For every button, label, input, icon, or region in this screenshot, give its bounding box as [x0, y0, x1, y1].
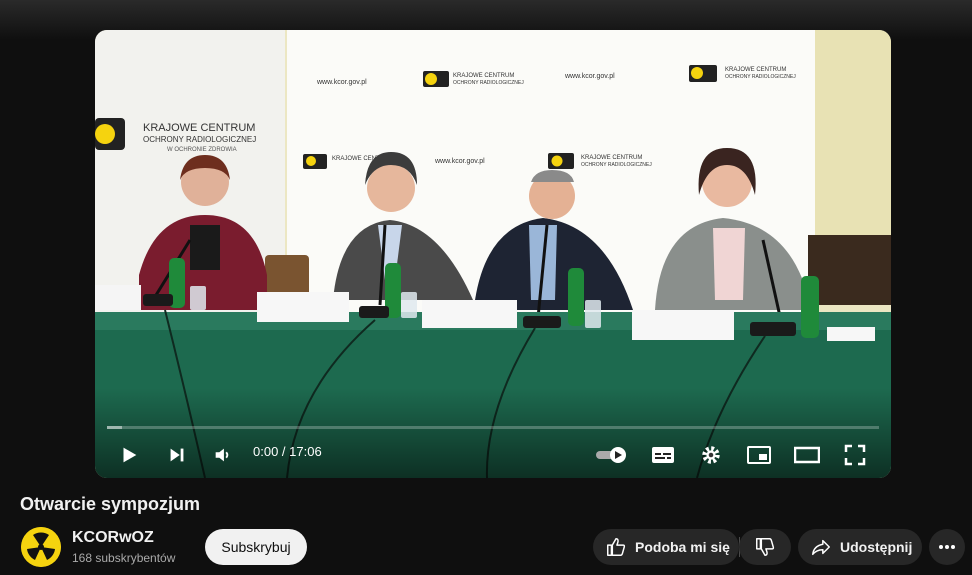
- video-player[interactable]: KRAJOWE CENTRUM OCHRONY RADIOLOGICZNEJ W…: [95, 30, 891, 478]
- more-icon: [939, 545, 955, 549]
- like-button[interactable]: Podoba mi się: [593, 529, 739, 565]
- share-button[interactable]: Udostępnij: [798, 529, 922, 565]
- fullscreen-icon: [844, 444, 866, 466]
- next-icon: [170, 448, 184, 462]
- play-icon: [123, 447, 137, 463]
- fullscreen-button[interactable]: [835, 438, 875, 472]
- like-icon: [607, 538, 626, 556]
- theater-icon: [794, 446, 820, 464]
- mute-button[interactable]: [203, 438, 243, 472]
- svg-text:KRAJOWE CENTRUM: KRAJOWE CENTRUM: [725, 67, 786, 73]
- svg-text:OCHRONY RADIOLOGICZNEJ: OCHRONY RADIOLOGICZNEJ: [581, 162, 652, 168]
- more-actions-button[interactable]: [929, 529, 965, 565]
- dislike-button[interactable]: [739, 529, 791, 565]
- progress-buffered: [107, 426, 123, 429]
- svg-text:www.kcor.gov.pl: www.kcor.gov.pl: [434, 158, 485, 165]
- progress-bar[interactable]: [107, 426, 879, 429]
- banner-logo-left: KRAJOWE CENTRUM OCHRONY RADIOLOGICZNEJ W…: [95, 118, 256, 153]
- dislike-icon: [756, 538, 775, 556]
- next-button[interactable]: [157, 438, 197, 472]
- like-label: Podoba mi się: [635, 539, 730, 555]
- subtitles-icon: [652, 447, 674, 463]
- autoplay-toggle-icon: [596, 447, 626, 463]
- time-display: 0:00 / 17:06: [253, 444, 322, 459]
- share-icon: [812, 539, 830, 556]
- theater-button[interactable]: [787, 438, 827, 472]
- svg-text:KRAJOWE CENTRUM: KRAJOWE CENTRUM: [581, 155, 642, 161]
- svg-text:KRAJOWE CENTRUM: KRAJOWE CENTRUM: [453, 73, 514, 79]
- svg-text:OCHRONY RADIOLOGICZNEJ: OCHRONY RADIOLOGICZNEJ: [143, 135, 256, 144]
- subscriber-count: 168 subskrybentów: [72, 551, 176, 565]
- svg-text:OCHRONY RADIOLOGICZNEJ: OCHRONY RADIOLOGICZNEJ: [453, 80, 524, 86]
- miniplayer-icon: [747, 446, 771, 464]
- settings-button[interactable]: [691, 438, 731, 472]
- svg-text:KRAJOWE CENTRUM: KRAJOWE CENTRUM: [143, 122, 255, 134]
- svg-text:www.kcor.gov.pl: www.kcor.gov.pl: [564, 73, 615, 80]
- play-button[interactable]: [109, 438, 149, 472]
- share-label: Udostępnij: [840, 539, 913, 555]
- subtitles-button[interactable]: [643, 438, 683, 472]
- svg-text:www.kcor.gov.pl: www.kcor.gov.pl: [316, 79, 367, 86]
- volume-icon: [215, 448, 229, 462]
- svg-text:W OCHRONIE ZDROWIA: W OCHRONIE ZDROWIA: [167, 147, 237, 153]
- subscribe-button[interactable]: Subskrybuj: [205, 529, 307, 565]
- video-title: Otwarcie sympozjum: [20, 494, 201, 514]
- channel-name[interactable]: KCORwOZ: [72, 529, 154, 547]
- svg-text:OCHRONY RADIOLOGICZNEJ: OCHRONY RADIOLOGICZNEJ: [725, 74, 796, 80]
- autoplay-toggle[interactable]: [592, 438, 632, 472]
- miniplayer-button[interactable]: [739, 438, 779, 472]
- channel-avatar[interactable]: [21, 527, 61, 567]
- radiation-icon: [21, 527, 61, 567]
- settings-icon: [702, 446, 720, 464]
